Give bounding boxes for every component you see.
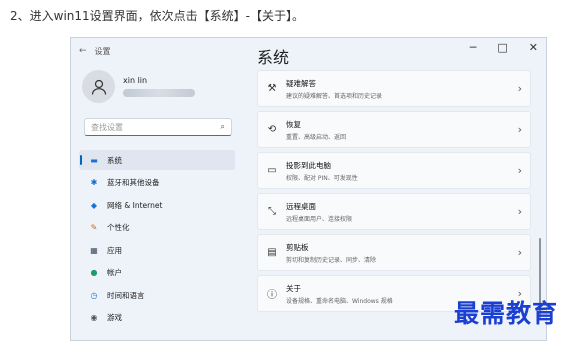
sidebar-item-time-language[interactable]: ◷ 时间和语言	[79, 285, 235, 305]
page-title: 系统	[257, 48, 290, 67]
chevron-right-icon: ›	[517, 123, 522, 136]
sidebar: xin lin 查找设置 ⌕ ▬ 系统 ✱ 蓝牙和其他设备 ◆ 网络 & Int…	[71, 38, 239, 340]
wrench-icon: ⚒	[267, 83, 277, 94]
chevron-right-icon: ›	[517, 246, 522, 259]
projection-icon: ▭	[267, 165, 277, 176]
instruction-text: 2、进入win11设置界面，依次点击【系统】-【关于】。	[10, 9, 304, 23]
card-description: 重置、高级启动、返回	[286, 133, 347, 141]
card-title: 远程桌面	[286, 201, 316, 211]
search-input[interactable]: 查找设置 ⌕	[84, 118, 232, 136]
card-remote-desktop[interactable]: ⤡ 远程桌面 远程桌面用户、连接权限 ›	[257, 193, 531, 230]
sidebar-nav: ▬ 系统 ✱ 蓝牙和其他设备 ◆ 网络 & Internet ✎ 个性化 ▦ 应…	[79, 150, 235, 330]
clipboard-icon: ▤	[267, 247, 277, 258]
brush-icon: ✎	[90, 223, 98, 232]
card-description: 设备规格、重命名电脑、Windows 规格	[286, 297, 393, 305]
card-description: 远程桌面用户、连接权限	[286, 215, 353, 223]
sidebar-item-label: 蓝牙和其他设备	[107, 178, 160, 187]
gamepad-icon: ◉	[90, 313, 98, 322]
settings-list: ⚒ 疑难解答 建议的疑难解答、首选项和历史记录 › ⟲ 恢复 重置、高级启动、返…	[257, 70, 531, 316]
recovery-icon: ⟲	[267, 124, 277, 135]
card-title: 疑难解答	[286, 78, 316, 88]
globe-clock-icon: ◷	[90, 290, 98, 300]
account-icon: ●	[90, 268, 98, 277]
close-icon[interactable]: ✕	[529, 41, 538, 54]
card-clipboard[interactable]: ▤ 剪贴板 剪切和复制历史记录、同步、清除 ›	[257, 234, 531, 271]
sidebar-item-label: 时间和语言	[107, 290, 145, 300]
sidebar-item-gaming[interactable]: ◉ 游戏	[79, 308, 235, 328]
sidebar-item-label: 网络 & Internet	[107, 200, 163, 210]
sidebar-item-personalization[interactable]: ✎ 个性化	[79, 218, 235, 238]
maximize-icon[interactable]: □	[497, 41, 507, 54]
card-projecting[interactable]: ▭ 投影到此电脑 权限、配对 PIN、可发现性 ›	[257, 152, 531, 189]
card-title: 投影到此电脑	[286, 160, 331, 170]
info-icon: ⓘ	[267, 290, 277, 301]
sidebar-item-system[interactable]: ▬ 系统	[79, 150, 235, 170]
card-title: 恢复	[286, 119, 301, 129]
sidebar-item-apps[interactable]: ▦ 应用	[79, 240, 235, 260]
sidebar-item-accounts[interactable]: ● 帐户	[79, 263, 235, 283]
watermark: 最需教育	[454, 299, 559, 328]
card-title: 关于	[286, 283, 301, 293]
chevron-right-icon: ›	[517, 82, 522, 95]
user-name: xin lin	[123, 76, 148, 85]
minimize-icon[interactable]: ─	[470, 41, 477, 54]
search-placeholder: 查找设置	[91, 122, 123, 132]
avatar[interactable]	[82, 70, 115, 103]
search-icon[interactable]: ⌕	[221, 122, 225, 132]
apps-icon: ▦	[90, 245, 98, 255]
sidebar-item-label: 帐户	[107, 268, 122, 277]
sidebar-item-label: 游戏	[107, 313, 122, 322]
sidebar-item-bluetooth[interactable]: ✱ 蓝牙和其他设备	[79, 173, 235, 193]
display-icon: ▬	[90, 155, 98, 165]
card-description: 剪切和复制历史记录、同步、清除	[286, 256, 377, 264]
card-description: 权限、配对 PIN、可发现性	[286, 174, 358, 182]
chevron-right-icon: ›	[517, 205, 522, 218]
bluetooth-icon: ✱	[90, 178, 98, 187]
window-controls: ─ □ ✕	[470, 41, 538, 54]
network-icon: ◆	[90, 200, 98, 210]
sidebar-item-label: 应用	[107, 245, 122, 255]
remote-desktop-icon: ⤡	[268, 206, 276, 217]
sidebar-item-network[interactable]: ◆ 网络 & Internet	[79, 195, 235, 215]
card-recovery[interactable]: ⟲ 恢复 重置、高级启动、返回 ›	[257, 111, 531, 148]
card-title: 剪贴板	[286, 242, 309, 252]
sidebar-item-label: 系统	[107, 155, 122, 165]
person-icon	[91, 79, 106, 95]
user-profile[interactable]: xin lin	[82, 70, 195, 103]
card-troubleshoot[interactable]: ⚒ 疑难解答 建议的疑难解答、首选项和历史记录 ›	[257, 70, 531, 107]
chevron-right-icon: ›	[517, 164, 522, 177]
card-description: 建议的疑难解答、首选项和历史记录	[286, 92, 383, 100]
blurred-email	[123, 89, 195, 97]
sidebar-item-label: 个性化	[107, 223, 130, 232]
